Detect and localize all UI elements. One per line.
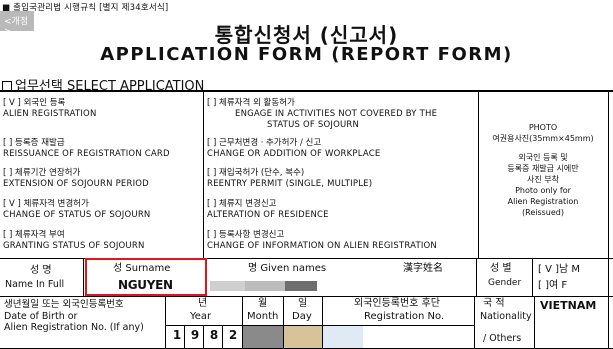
given-names-label: 명 Given names — [248, 263, 327, 274]
divider — [165, 296, 166, 348]
day-redacted — [284, 326, 322, 348]
divider — [203, 325, 204, 348]
regno-redacted — [323, 326, 363, 348]
option-extension[interactable]: [ ] 체류기간 연장허가 EXTENSION OF SOJOURN PERIO… — [3, 168, 149, 190]
nationality-label-korean: 국 적 — [483, 298, 505, 309]
regno-label-korean: 외국인등록번호 후단 — [354, 298, 440, 309]
divider — [0, 90, 613, 92]
year-label-korean: 년 — [198, 298, 208, 309]
option-alien-registration[interactable]: [ V ] 외국인 등록 ALIEN REGISTRATION — [3, 98, 97, 120]
gender-female-option[interactable]: [ ]여 F — [538, 281, 567, 291]
option-engage-activities[interactable]: [ ] 체류자격 외 활동허가 ENGAGE IN ACTIVITIES NOT… — [207, 98, 437, 131]
hanja-name-label: 漢字姓名 — [403, 263, 443, 274]
option-alteration-residence[interactable]: [ ] 체류지 변경신고 ALTERATION OF RESIDENCE — [207, 199, 329, 221]
month-redacted — [243, 326, 283, 348]
year-digit[interactable]: 2 — [226, 328, 240, 342]
nationality-label-english-2: / Others — [483, 333, 522, 344]
gender-male-option[interactable]: [ V ]남 M — [538, 265, 580, 275]
month-label-english: Month — [247, 311, 279, 322]
year-digit[interactable]: 1 — [170, 328, 184, 342]
month-label-korean: 월 — [258, 298, 268, 309]
regno-label-english: Registration No. — [364, 311, 445, 322]
divider — [474, 296, 475, 348]
nationality-label-english-1: Nationality — [480, 311, 532, 322]
form-title-english: APPLICATION FORM (REPORT FORM) — [100, 44, 513, 65]
redaction-block — [210, 281, 245, 291]
gender-label-korean: 성 별 — [490, 263, 512, 274]
dob-label-english-2: Alien Registration No. (If any) — [4, 322, 144, 333]
gender-label-english: Gender — [488, 278, 522, 288]
divider — [83, 258, 84, 296]
divider — [532, 258, 533, 296]
surname-highlight — [85, 258, 207, 296]
option-change-information[interactable]: [ ] 등록사항 변경신고 CHANGE OF INFORMATION ON A… — [207, 230, 437, 252]
option-granting-status[interactable]: [ ] 체류자격 부여 GRANTING STATUS OF SOJOURN — [3, 230, 145, 252]
year-label-english: Year — [190, 311, 212, 322]
redaction-block — [285, 281, 317, 291]
divider — [184, 325, 185, 348]
divider — [534, 296, 535, 348]
redaction-block — [245, 281, 285, 291]
year-digit[interactable]: 8 — [207, 328, 221, 342]
option-reentry-permit[interactable]: [ ] 재입국허가 (단수, 복수) REENTRY PERMIT (SINGL… — [207, 168, 372, 190]
name-label-english: Name In Full — [5, 279, 65, 290]
divider — [0, 296, 613, 297]
option-change-workplace[interactable]: [ ] 근무처변경ㆍ추가허가 / 신고 CHANGE OR ADDITION O… — [207, 138, 380, 160]
dob-label-english-1: Date of Birth or — [4, 311, 78, 322]
option-change-status[interactable]: [ V ] 체류자격 변경허가 CHANGE OF STATUS OF SOJO… — [3, 199, 151, 221]
dob-label-korean: 생년월일 또는 외국인등록번호 — [4, 299, 124, 310]
divider — [203, 91, 204, 258]
divider — [476, 258, 477, 296]
name-label-korean: 성 명 — [30, 265, 52, 276]
divider — [608, 91, 609, 348]
day-label-english: Day — [292, 311, 312, 322]
option-reissuance[interactable]: [ ] 등록증 재발급 REISSUANCE OF REGISTRATION C… — [3, 138, 170, 160]
day-label-korean: 일 — [298, 298, 308, 309]
divider — [222, 325, 223, 348]
year-digit[interactable]: 9 — [188, 328, 202, 342]
photo-area: PHOTO 여권용사진(35mm×45mm) 외국인 등록 및 등록증 재발급 … — [492, 123, 594, 217]
nationality-value[interactable]: VIETNAM — [540, 299, 596, 312]
